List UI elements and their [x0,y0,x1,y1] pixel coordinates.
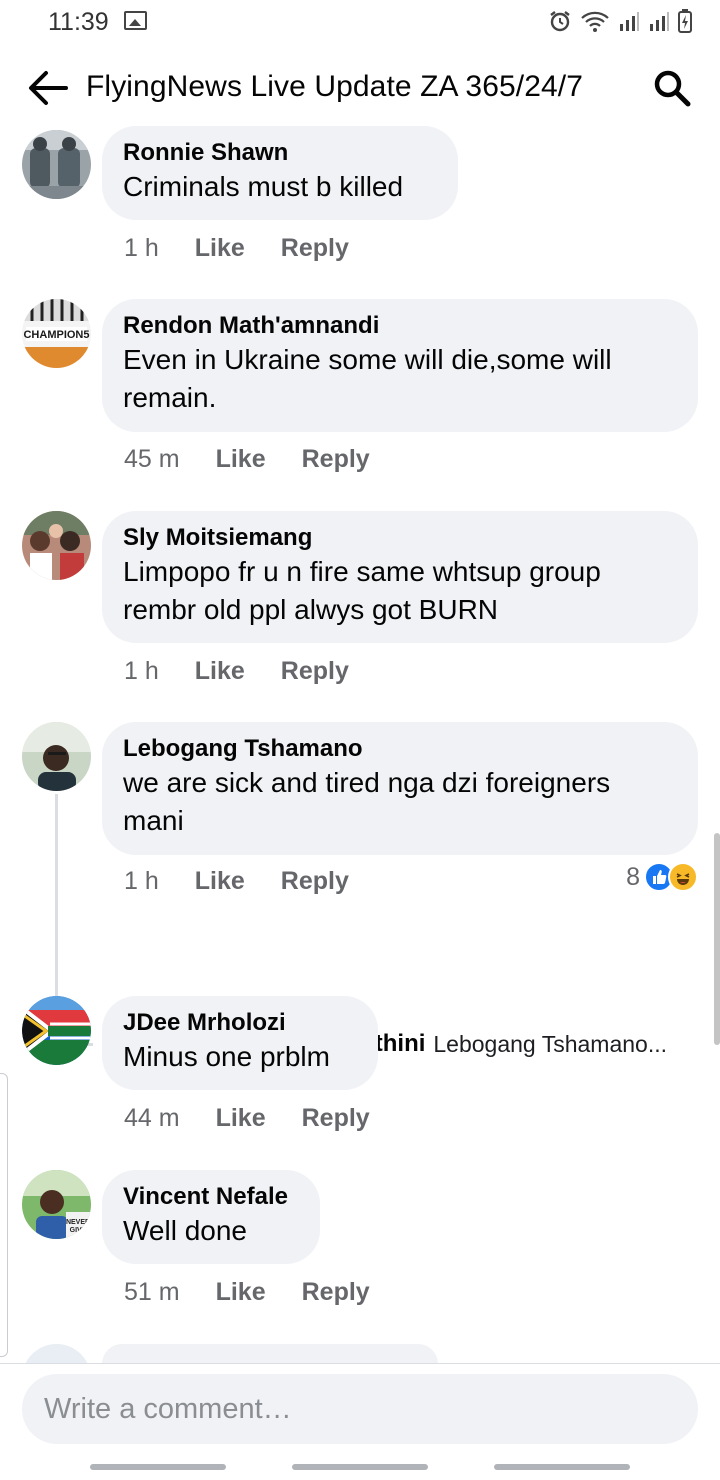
comment-actions: 1 h Like Reply [124,657,349,686]
page-title: FlyingNews Live Update ZA 365/24/7 [86,70,584,103]
avatar[interactable]: CHAMPION5 [22,299,91,368]
like-button[interactable]: Like [195,867,245,896]
comment-text: Even in Ukraine some will die,some will … [123,344,612,413]
comment-time[interactable]: 44 m [124,1104,180,1133]
search-icon [654,70,691,107]
comment-text: Limpopo fr u n fire same whtsup group re… [123,556,601,625]
comment-time[interactable]: 45 m [124,445,180,474]
comment-actions: 1 h Like Reply [124,867,349,896]
comment-input[interactable]: Write a comment… [22,1374,698,1444]
haha-reaction-icon [668,862,698,892]
comment-time[interactable]: 1 h [124,234,159,263]
reactions-summary[interactable]: 8 [626,862,698,892]
comment-text: we are sick and tired nga dzi foreigners… [123,767,611,836]
like-button[interactable]: Like [216,1104,266,1133]
avatar[interactable] [22,130,91,199]
comment-bubble[interactable] [102,1344,438,1364]
nav-bar-handle [90,1464,226,1470]
comment-text: Minus one prblm [123,1041,330,1072]
like-button[interactable]: Like [216,445,266,474]
reply-button[interactable]: Reply [281,234,349,263]
edge-panel-handle[interactable] [0,1073,8,1357]
search-button[interactable] [652,68,692,108]
comment-bubble[interactable]: Sly Moitsiemang Limpopo fr u n fire same… [102,511,698,643]
svg-text:NEVER: NEVER [66,1219,90,1226]
wifi-icon [581,11,609,32]
comment-bubble[interactable]: JDee Mrholozi Minus one prblm [102,996,378,1090]
image-icon [124,11,147,30]
comments-feed[interactable]: Ronnie Shawn Criminals must b killed 1 h… [0,126,720,1364]
scrollbar[interactable] [714,833,720,1045]
reply-button[interactable]: Reply [281,867,349,896]
battery-charging-icon [678,9,692,33]
comment-author[interactable]: Vincent Nefale [123,1182,300,1212]
back-button[interactable] [26,68,70,108]
comment-author[interactable]: Rendon Math'amnandi [123,311,678,341]
back-arrow-icon [29,71,68,105]
avatar[interactable] [22,1344,91,1364]
comment-composer: Write a comment… [0,1363,720,1480]
nav-bar-handle [494,1464,630,1470]
comment-actions: 44 m Like Reply [124,1104,370,1133]
comment-bubble[interactable]: Rendon Math'amnandi Even in Ukraine some… [102,299,698,432]
comment-time[interactable]: 1 h [124,657,159,686]
comment-text: Criminals must b killed [123,171,404,202]
reply-button[interactable]: Reply [302,1278,370,1307]
avatar[interactable] [22,996,91,1065]
reply-button[interactable]: Reply [281,657,349,686]
reaction-count: 8 [626,862,640,891]
signal-icon [620,12,639,31]
svg-text:GIVE: GIVE [70,1227,87,1234]
status-time: 11:39 [48,8,109,36]
comment-time[interactable]: 1 h [124,867,159,896]
signal-icon [650,12,669,31]
status-bar: 11:39 [0,0,720,44]
top-app-bar: FlyingNews Live Update ZA 365/24/7 [0,50,720,126]
comment-bubble[interactable]: Lebogang Tshamano we are sick and tired … [102,722,698,855]
reply-button[interactable]: Reply [302,1104,370,1133]
comment-actions: 45 m Like Reply [124,445,370,474]
comment-bubble[interactable]: Vincent Nefale Well done [102,1170,320,1264]
reply-button[interactable]: Reply [302,445,370,474]
comment-actions: 51 m Like Reply [124,1278,370,1307]
avatar[interactable]: NEVER GIVE [22,1170,91,1239]
nav-bar-handle [292,1464,428,1470]
comment-actions: 1 h Like Reply [124,234,349,263]
like-button[interactable]: Like [216,1278,266,1307]
comment-text: Well done [123,1215,248,1246]
comment-time[interactable]: 51 m [124,1278,180,1307]
comment-author[interactable]: Ronnie Shawn [123,138,438,168]
reply-text: Lebogang Tshamano... [433,1030,667,1057]
status-icons [548,8,692,34]
like-button[interactable]: Like [195,234,245,263]
alarm-icon [550,11,570,32]
comment-author[interactable]: Lebogang Tshamano [123,734,678,764]
comment-author[interactable]: Sly Moitsiemang [123,523,678,553]
avatar[interactable] [22,722,91,791]
avatar[interactable] [22,511,91,580]
comment-bubble[interactable]: Ronnie Shawn Criminals must b killed [102,126,458,220]
comment-author[interactable]: JDee Mrholozi [123,1008,358,1038]
svg-text:CHAMPION5: CHAMPION5 [23,329,89,341]
like-button[interactable]: Like [195,657,245,686]
